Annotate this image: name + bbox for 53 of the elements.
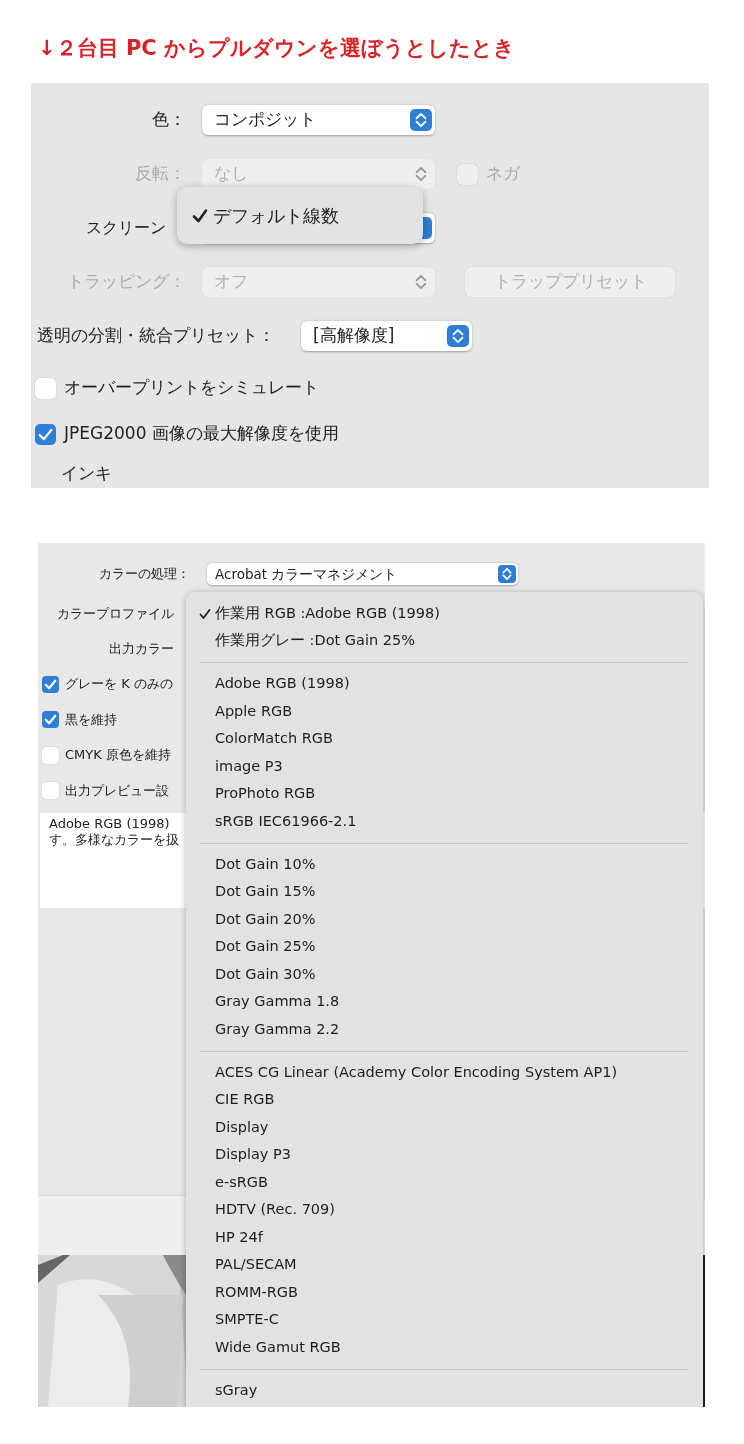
- checkbox-label: JPEG2000 画像の最大解像度を使用: [64, 422, 339, 446]
- menu-item[interactable]: デフォルト線数: [213, 202, 339, 229]
- field-label: 反転：: [134, 162, 186, 186]
- menu-item[interactable]: 作業用グレー :Dot Gain 25%: [186, 627, 703, 655]
- field-label: トラッピング：: [66, 270, 186, 294]
- menu-item[interactable]: Dot Gain 30%: [186, 961, 703, 989]
- checkbox[interactable]: [42, 675, 59, 693]
- menu-item[interactable]: Dot Gain 15%: [186, 878, 703, 906]
- dropdown[interactable]: コンポジット: [202, 105, 435, 135]
- menu-item[interactable]: ACES CG Linear (Academy Color Encoding System AP1): [186, 1059, 703, 1087]
- dropdown[interactable]: [高解像度]: [301, 321, 472, 351]
- checkbox[interactable]: [42, 746, 59, 764]
- checkbox-label: 黒を維持: [65, 710, 117, 729]
- menu-item[interactable]: CIE RGB: [186, 1086, 703, 1114]
- menu-item[interactable]: Wide Gamut RGB: [186, 1334, 703, 1362]
- field-label: 出力カラー: [108, 639, 175, 658]
- menu-item[interactable]: 作業用 RGB :Adobe RGB (1998): [186, 600, 703, 628]
- checkbox[interactable]: [35, 423, 56, 445]
- menu-item[interactable]: Dot Gain 20%: [186, 906, 703, 934]
- menu-item[interactable]: Adobe RGB (1998): [186, 670, 703, 698]
- menu-item[interactable]: Dot Gain 10%: [186, 851, 703, 879]
- menu-item[interactable]: Dot Gain 25%: [186, 933, 703, 961]
- menu-item[interactable]: Gray Gamma 1.8: [186, 988, 703, 1016]
- checkbox-label: 出力プレビュー設: [65, 781, 169, 800]
- field-label: スクリーン: [85, 217, 167, 239]
- checkbox[interactable]: [42, 711, 59, 728]
- menu-item[interactable]: ColorMatch RGB: [186, 725, 703, 753]
- menu-item[interactable]: HP 24f: [186, 1224, 703, 1252]
- checkbox-label: CMYK 原色を維持: [65, 746, 171, 765]
- checkbox-label: ネガ: [486, 162, 520, 186]
- checkbox[interactable]: [42, 782, 59, 799]
- menu-item[interactable]: HDTV (Rec. 709): [186, 1196, 703, 1224]
- menu-item[interactable]: ROMM-RGB: [186, 1279, 703, 1307]
- page-heading: ↓２台目 PC からプルダウンを選ぼうとしたとき: [38, 35, 517, 62]
- field-label: カラーの処理：: [98, 565, 190, 584]
- section-label: インキ: [61, 462, 112, 486]
- menu-item[interactable]: sGray: [186, 1377, 703, 1405]
- field-label: 透明の分割・統合プリセット：: [37, 324, 275, 348]
- checkbox-label: グレーを K のみの: [65, 675, 173, 694]
- menu-item[interactable]: Display P3: [186, 1141, 703, 1169]
- dropdown[interactable]: Acrobat カラーマネジメント: [207, 563, 518, 585]
- field-label: カラープロファイル: [56, 604, 175, 623]
- menu-item[interactable]: e-sRGB: [186, 1169, 703, 1197]
- menu-item[interactable]: PAL/SECAM: [186, 1251, 703, 1279]
- checkbox[interactable]: [35, 377, 56, 399]
- menu-item[interactable]: ProPhoto RGB: [186, 780, 703, 808]
- menu-item[interactable]: SMPTE-C: [186, 1306, 703, 1334]
- menu-item[interactable]: Apple RGB: [186, 698, 703, 726]
- checkbox-label: オーバープリントをシミュレート: [64, 376, 319, 400]
- menu-item[interactable]: image P3: [186, 753, 703, 781]
- menu-item[interactable]: Display: [186, 1114, 703, 1142]
- field-label: 色：: [151, 108, 186, 132]
- menu-item[interactable]: Gray Gamma 2.2: [186, 1016, 703, 1044]
